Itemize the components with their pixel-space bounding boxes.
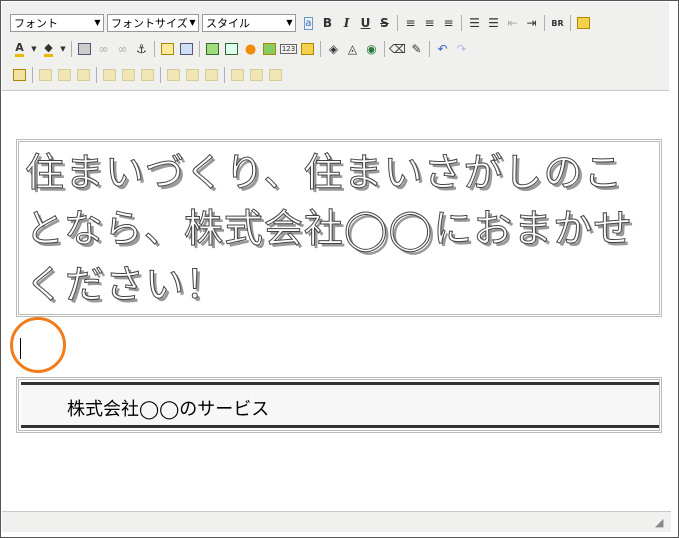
undo-icon[interactable]: ↶	[434, 41, 451, 58]
bold-label: B	[322, 16, 333, 30]
heading-block[interactable]: 住まいづくり、住まいさがしのことなら、株式会社◯◯におまかせください！	[16, 139, 662, 317]
italic-label: I	[343, 16, 350, 30]
chevron-down-icon[interactable]: ▼	[59, 41, 67, 58]
page-heading: 住まいづくり、住まいさがしのことなら、株式会社◯◯におまかせください！	[25, 151, 634, 309]
service-bar: 株式会社◯◯のサービス	[21, 382, 659, 428]
split-cells-icon[interactable]	[229, 67, 246, 84]
indent-icon[interactable]: ⇥	[523, 15, 540, 32]
font-select-label: フォント	[14, 17, 58, 30]
insert-table-icon[interactable]	[11, 67, 28, 84]
editor-content[interactable]: 住まいづくり、住まいさがしのことなら、株式会社◯◯におまかせください！ 株式会社…	[2, 91, 671, 511]
toolbar-separator	[71, 41, 72, 57]
bullet-list-icon[interactable]: ☰	[466, 15, 483, 32]
align-left-icon[interactable]: ≡	[402, 15, 419, 32]
br-label: BR	[551, 18, 564, 28]
resize-grip-icon[interactable]: ◢	[655, 517, 667, 529]
strikethrough-button[interactable]: S	[376, 15, 393, 32]
editor-frame: フォント ▼ フォントサイズ ▼ スタイル ▼ a B I U S ≡ ≡ ≡ …	[0, 0, 679, 538]
toolbar-separator	[154, 41, 155, 57]
form-field-icon[interactable]	[261, 41, 278, 58]
font-size-select[interactable]: フォントサイズ ▼	[107, 14, 199, 32]
anchor-icon[interactable]: ⚓	[133, 41, 150, 58]
underline-button[interactable]: U	[357, 15, 374, 32]
eraser-icon[interactable]: ⌫	[389, 41, 406, 58]
service-title: 株式会社◯◯のサービス	[67, 399, 270, 420]
align-center-icon[interactable]: ≡	[421, 15, 438, 32]
row-properties-icon[interactable]	[56, 67, 73, 84]
image-icon[interactable]	[204, 41, 221, 58]
image-manager-icon[interactable]	[223, 41, 240, 58]
horizontal-rule-icon[interactable]	[76, 41, 93, 58]
toolbar-separator	[384, 41, 385, 57]
chevron-down-icon: ▼	[189, 18, 196, 27]
toolbar-row-3	[10, 64, 285, 86]
table-properties-icon[interactable]	[37, 67, 54, 84]
style-select[interactable]: スタイル ▼	[202, 14, 296, 32]
style-select-label: スタイル	[206, 17, 250, 30]
strike-label: S	[380, 16, 389, 30]
line-break-button[interactable]: BR	[549, 15, 566, 32]
delete-row-icon[interactable]	[139, 67, 156, 84]
toolbar-separator	[544, 15, 545, 31]
outdent-icon[interactable]: ⇤	[504, 15, 521, 32]
toolbar-row-1: フォント ▼ フォントサイズ ▼ スタイル ▼ a B I U S ≡ ≡ ≡ …	[10, 12, 593, 34]
redo-icon[interactable]: ↷	[453, 41, 470, 58]
background-color-icon[interactable]: ◆	[40, 41, 57, 58]
toolbar-separator	[429, 41, 430, 57]
unlink-icon[interactable]: ∞	[114, 41, 131, 58]
columns-icon[interactable]	[178, 41, 195, 58]
highlight-circle	[10, 317, 66, 373]
delete-column-icon[interactable]	[203, 67, 220, 84]
service-block[interactable]: 株式会社◯◯のサービス	[16, 377, 662, 433]
toolbar-separator	[32, 67, 33, 83]
clean-format-icon[interactable]: ✎	[408, 41, 425, 58]
bold-button[interactable]: B	[319, 15, 336, 32]
chevron-down-icon: ▼	[286, 18, 293, 27]
preview-icon[interactable]: ◬	[344, 41, 361, 58]
cell-properties-icon[interactable]	[75, 67, 92, 84]
media-icon[interactable]: ●	[242, 41, 259, 58]
insert-row-before-icon[interactable]	[101, 67, 118, 84]
toolbar-separator	[224, 67, 225, 83]
cart-icon[interactable]	[299, 41, 316, 58]
toolbar-separator	[397, 15, 398, 31]
toolbar-separator	[160, 67, 161, 83]
toolbar-separator	[199, 41, 200, 57]
numbered-list-icon[interactable]: ☰	[485, 15, 502, 32]
editor-toolbar: フォント ▼ フォントサイズ ▼ スタイル ▼ a B I U S ≡ ≡ ≡ …	[2, 2, 669, 91]
italic-button[interactable]: I	[338, 15, 355, 32]
toolbar-separator	[96, 67, 97, 83]
insert-row-after-icon[interactable]	[120, 67, 137, 84]
text-color-icon[interactable]: A	[11, 41, 28, 58]
cell-grid-icon[interactable]	[267, 67, 284, 84]
layer-icon[interactable]	[575, 15, 592, 32]
text-style-icon[interactable]: a	[300, 15, 317, 32]
font-size-select-label: フォントサイズ	[111, 17, 188, 30]
align-right-icon[interactable]: ≡	[440, 15, 457, 32]
toolbar-separator	[570, 15, 571, 31]
toolbar-separator	[461, 15, 462, 31]
chevron-down-icon[interactable]: ▼	[30, 41, 38, 58]
toolbar-row-2: A ▼ ◆ ▼ ∞ ∞ ⚓ ● 123 ◈ ◬ ◉ ⌫ ✎ ↶ ↷	[10, 38, 471, 60]
merge-cells-icon[interactable]	[248, 67, 265, 84]
status-bar: ◢	[2, 511, 671, 532]
globe-icon[interactable]: ◉	[363, 41, 380, 58]
source-code-icon[interactable]: ◈	[325, 41, 342, 58]
insert-column-before-icon[interactable]	[165, 67, 182, 84]
template-icon[interactable]	[159, 41, 176, 58]
font-select[interactable]: フォント ▼	[10, 14, 104, 32]
link-icon[interactable]: ∞	[95, 41, 112, 58]
number-field-icon[interactable]: 123	[279, 41, 298, 58]
chevron-down-icon: ▼	[94, 18, 101, 27]
insert-column-after-icon[interactable]	[184, 67, 201, 84]
underline-label: U	[360, 16, 371, 30]
toolbar-separator	[320, 41, 321, 57]
